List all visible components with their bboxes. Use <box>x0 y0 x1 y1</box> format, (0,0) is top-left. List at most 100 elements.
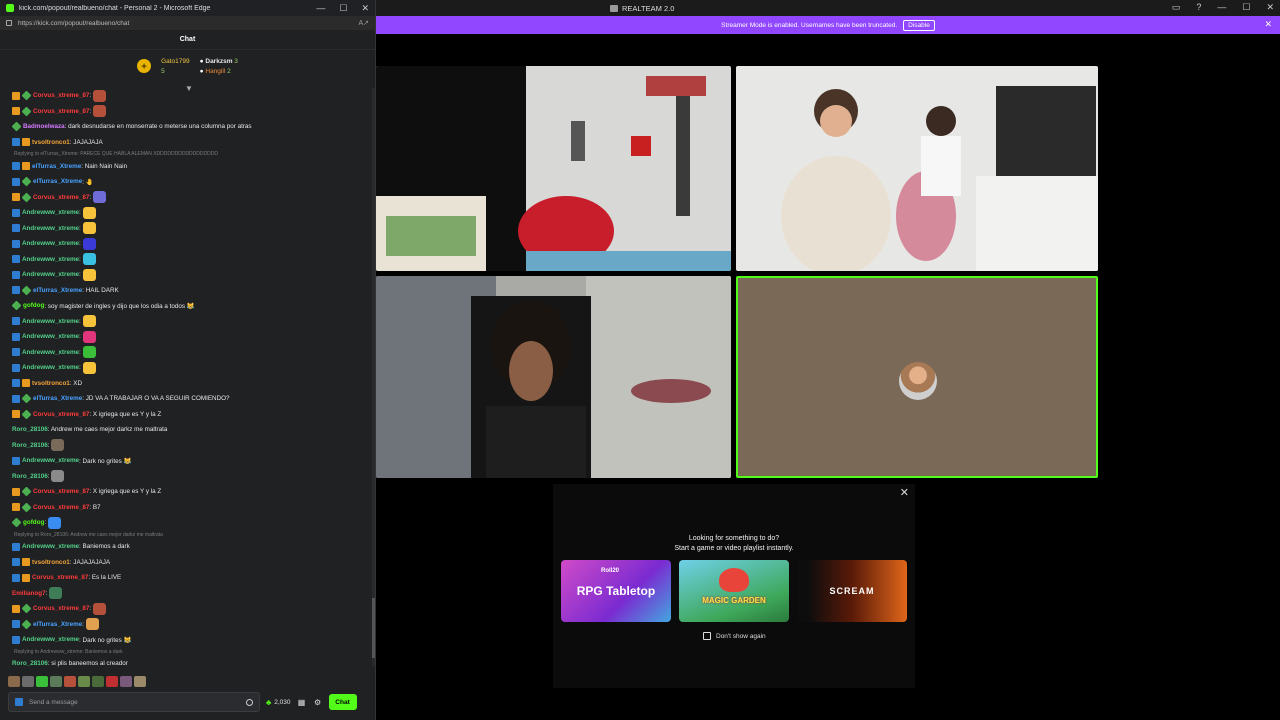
maximize-icon[interactable]: ☐ <box>339 3 347 14</box>
video-tile-1[interactable] <box>376 66 731 271</box>
chat-username[interactable]: Andrewww_xtreme <box>22 333 79 340</box>
leaderboard-entry-3[interactable]: ● Hangill 2 <box>200 68 238 75</box>
quick-emote[interactable] <box>78 676 90 687</box>
chat-username[interactable]: Corvus_xtreme_87 <box>32 574 88 581</box>
banner-close-icon[interactable]: ✕ <box>1264 19 1272 30</box>
channel-points[interactable]: ♣ 2,030 <box>266 698 291 707</box>
leaderboard-entry-1[interactable]: Gato1799 <box>161 58 190 65</box>
chat-username[interactable]: Andrewww_xtreme <box>22 271 79 278</box>
chat-username[interactable]: tvsoltronco1 <box>32 380 70 387</box>
activity-card-rpg-tabletop[interactable]: Roll20 RPG Tabletop <box>561 560 671 622</box>
quick-emote[interactable] <box>106 676 118 687</box>
chat-username[interactable]: gofdog <box>23 519 44 526</box>
chat-username[interactable]: Corvus_xtreme_87 <box>33 504 89 511</box>
quick-emote[interactable] <box>22 676 34 687</box>
chat-username[interactable]: elTurras_Xtreme <box>33 287 82 294</box>
chat-username[interactable]: Roro_28106 <box>12 426 48 433</box>
chat-username[interactable]: elTurras_Xtreme <box>33 178 82 185</box>
chat-username[interactable]: Corvus_xtreme_87 <box>33 108 89 115</box>
chat-username[interactable]: Corvus_xtreme_87 <box>33 92 89 99</box>
chat-username[interactable]: Corvus_xtreme_87 <box>33 194 89 201</box>
chat-username[interactable]: Andrewww_xtreme <box>22 240 79 247</box>
chat-username[interactable]: Andrewww_xtreme <box>22 364 79 371</box>
dont-show-again-checkbox[interactable]: Don't show again <box>703 632 766 640</box>
quick-emote[interactable] <box>92 676 104 687</box>
chat-username[interactable]: Andrewww_xtreme <box>22 225 79 232</box>
minimize-icon[interactable]: — <box>316 3 325 14</box>
chat-username[interactable]: tvsoltronco1 <box>32 139 70 146</box>
chat-username[interactable]: elTurras_Xtreme <box>32 163 81 170</box>
quick-emote[interactable] <box>120 676 132 687</box>
quick-emote[interactable] <box>8 676 20 687</box>
gift-badge-icon: ✦ <box>137 59 152 73</box>
chat-username[interactable]: Andrewww_xtreme <box>22 349 79 356</box>
chat-message: Andrewww_xtreme: <box>12 314 370 330</box>
chat-username[interactable]: elTurras_Xtreme <box>33 621 82 628</box>
chat-text: : <box>82 620 84 628</box>
chat-username[interactable]: Emilianog7 <box>12 590 46 597</box>
maximize-icon[interactable]: ☐ <box>1242 2 1250 13</box>
chat-username[interactable]: Roro_28106 <box>12 473 48 480</box>
leaderboard-entry-2[interactable]: ● Darkzsm 3 <box>200 58 238 65</box>
emoji-picker-icon[interactable] <box>246 698 253 706</box>
mod-badge-icon <box>12 270 20 279</box>
chat-text: : Dark no grites 😹 <box>79 636 132 644</box>
chat-username[interactable]: gofdog <box>23 302 44 309</box>
send-chat-button[interactable]: Chat <box>328 694 357 710</box>
chat-username[interactable]: Andrewww_xtreme <box>22 318 79 325</box>
help-icon[interactable]: ? <box>1196 2 1201 13</box>
disable-button[interactable]: Disable <box>903 19 935 31</box>
chat-username[interactable]: tvsoltronco1 <box>32 559 70 566</box>
suggestion-title-line-2: Start a game or video playlist instantly… <box>674 545 794 552</box>
dont-show-again-label: Don't show again <box>716 632 766 640</box>
mod-badge-icon <box>12 255 20 264</box>
chat-username[interactable]: Roro_28106 <box>12 660 48 667</box>
video-tile-3[interactable] <box>376 276 731 478</box>
quick-emote[interactable] <box>134 676 146 687</box>
settings-gear-icon[interactable]: ⚙ <box>313 698 323 707</box>
read-aloud-icon[interactable]: A↗ <box>358 19 369 27</box>
chat-message: Emilianog7: <box>12 586 370 602</box>
activity-card-scream[interactable]: SCREAM <box>797 560 907 622</box>
gift-badge-icon <box>21 285 32 296</box>
card-label: RPG Tabletop <box>576 584 656 598</box>
close-icon[interactable]: ✕ <box>1266 2 1274 13</box>
chat-username[interactable]: Corvus_xtreme_87 <box>33 605 89 612</box>
close-icon[interactable]: ✕ <box>361 3 369 14</box>
quick-emote[interactable] <box>64 676 76 687</box>
quick-emote[interactable] <box>50 676 62 687</box>
close-icon[interactable]: ✕ <box>900 486 909 499</box>
chat-username[interactable]: Badmoelwaza <box>23 123 65 130</box>
chat-message: Corvus_xtreme_87: B7 <box>12 500 370 516</box>
quick-emote[interactable] <box>36 676 48 687</box>
chat-message: Roro_28106: Andrew me caes mejor darkz m… <box>12 422 370 438</box>
chat-username[interactable]: elTurras_Xtreme <box>33 395 82 402</box>
chat-message: Corvus_xtreme_87: <box>12 601 370 617</box>
chat-emote <box>82 253 96 266</box>
chat-username[interactable]: Andrewww_xtreme <box>22 636 79 643</box>
banner-text: Streamer Mode is enabled. Usernames have… <box>721 21 898 29</box>
video-tile-2[interactable] <box>736 66 1098 271</box>
minimize-icon[interactable]: — <box>1217 2 1226 13</box>
chat-username[interactable]: Roro_28106 <box>12 442 48 449</box>
video-tile-4-active-speaker[interactable] <box>736 276 1098 478</box>
chat-message: tvsoltronco1: JAJAJAJAJA <box>12 555 370 571</box>
activity-card-magic-garden[interactable]: MAGIC GARDEN <box>679 560 789 622</box>
url-text[interactable]: https://kick.com/popout/realbueno/chat <box>18 20 358 27</box>
mascot-icon <box>719 568 749 592</box>
chat-username[interactable]: Andrewww_xtreme <box>22 256 79 263</box>
store-icon[interactable]: ▦ <box>297 698 307 707</box>
chat-username[interactable]: Corvus_xtreme_87 <box>33 488 89 495</box>
chat-username[interactable]: Andrewww_xtreme <box>22 543 79 550</box>
chat-text: : X igriega que es Y y la Z <box>89 488 162 496</box>
chat-username[interactable]: Andrewww_xtreme <box>22 457 79 464</box>
chat-username[interactable]: Corvus_xtreme_87 <box>33 411 89 418</box>
gift-badge-icon <box>21 486 32 497</box>
chat-input[interactable]: Send a message <box>8 692 260 712</box>
address-bar[interactable]: https://kick.com/popout/realbueno/chat A… <box>0 16 375 30</box>
chat-message: Corvus_xtreme_87: X igriega que es Y y l… <box>12 484 370 500</box>
checkbox-icon[interactable] <box>703 632 711 640</box>
chat-username[interactable]: Andrewww_xtreme <box>22 209 79 216</box>
chat-scrollbar[interactable] <box>372 88 375 666</box>
screen-icon[interactable]: ▭ <box>1172 2 1181 13</box>
